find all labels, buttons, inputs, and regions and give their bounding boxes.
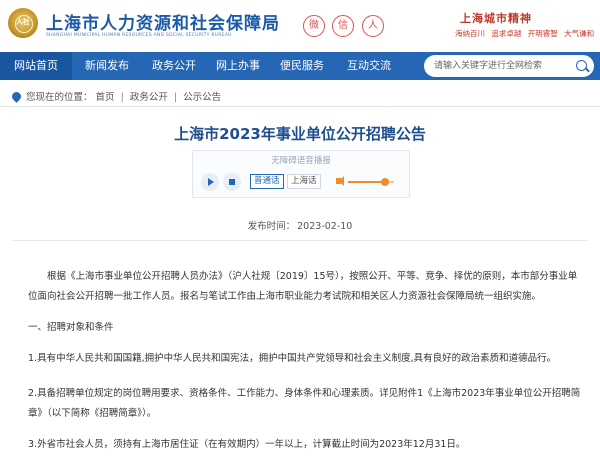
site-title[interactable]: 上海市人力资源和社会保障局	[46, 9, 280, 34]
location-pin-icon	[10, 90, 23, 103]
publish-info: 发布时间： 2023-02-10	[0, 218, 600, 232]
main-nav: 网站首页 新闻发布 政务公开 网上办事 便民服务 互动交流	[0, 52, 600, 80]
mandarin-button[interactable]: 普通话	[250, 174, 284, 189]
site-subtitle: SHANGHAI MUNICIPAL HUMAN RESOURCES AND S…	[46, 33, 232, 38]
article-paragraph: 1.具有中华人民共和国国籍,拥护中华人民共和国宪法，拥护中国共产党领导和社会主义…	[28, 353, 557, 364]
breadcrumb-divider	[0, 106, 600, 107]
breadcrumb-label: 您现在的位置：	[26, 92, 93, 103]
shanghainese-button[interactable]: 上海话	[287, 174, 321, 189]
breadcrumb-gov-affairs[interactable]: 政务公开	[130, 92, 168, 103]
breadcrumb: 您现在的位置： 首页 | 政务公开 | 公示公告	[10, 89, 221, 103]
publish-label: 发布时间：	[247, 221, 296, 232]
nav-item-news[interactable]: 新闻发布	[72, 52, 142, 80]
search-input[interactable]	[434, 55, 574, 77]
emblem-text: 人社	[16, 18, 30, 26]
spirit-item: 开明睿智	[527, 29, 558, 38]
user-icon[interactable]: 人	[362, 15, 384, 37]
nav-item-home[interactable]: 网站首页	[0, 52, 72, 80]
volume-handle[interactable]	[380, 178, 389, 186]
article-title: 上海市2023年事业单位公开招聘公告	[174, 125, 426, 143]
city-spirit-title: 上海城市精神	[460, 12, 532, 25]
city-spirit-items: 海纳百川 追求卓越 开明睿智 大气谦和	[455, 28, 598, 39]
section-heading: 一、招聘对象和条件	[28, 322, 114, 333]
search-box	[424, 55, 594, 77]
article-paragraph: 3.外省市社会人员，须持有上海市居住证（在有效期内）一年以上，计算截止时间为20…	[28, 439, 466, 450]
stop-button[interactable]	[223, 173, 241, 191]
voice-reader-panel: 无障碍语音播报 普通话 上海话	[192, 150, 410, 198]
spirit-item: 大气谦和	[564, 29, 595, 38]
nav-item-public-services[interactable]: 便民服务	[270, 52, 334, 80]
breadcrumb-home[interactable]: 首页	[96, 92, 115, 103]
wechat-icon[interactable]: 信	[332, 15, 354, 37]
search-icon[interactable]	[576, 60, 587, 71]
bureau-emblem-icon[interactable]: 人社	[8, 8, 38, 38]
spirit-item: 追求卓越	[491, 29, 522, 38]
content-divider	[12, 240, 588, 241]
nav-item-gov-affairs[interactable]: 政务公开	[142, 52, 206, 80]
volume-slider[interactable]	[348, 178, 394, 186]
breadcrumb-announcements[interactable]: 公示公告	[183, 92, 221, 103]
article-paragraph: 根据《上海市事业单位公开招聘人员办法》（沪人社规〔2019〕15号），按照公开、…	[28, 271, 578, 302]
weibo-icon[interactable]: 微	[303, 15, 325, 37]
nav-item-online-services[interactable]: 网上办事	[206, 52, 270, 80]
play-button[interactable]	[201, 173, 219, 191]
site-header: 人社 上海市人力资源和社会保障局 SHANGHAI MUNICIPAL HUMA…	[0, 0, 600, 52]
voice-reader-label: 无障碍语音播报	[271, 156, 331, 166]
speaker-icon	[336, 176, 344, 186]
nav-item-interaction[interactable]: 互动交流	[334, 52, 404, 80]
breadcrumb-separator: |	[120, 92, 124, 103]
spirit-item: 海纳百川	[455, 29, 485, 38]
publish-date: 2023-02-10	[297, 221, 353, 232]
article-paragraph: 2.具备招聘单位规定的岗位聘用要求、资格条件、工作能力、身体条件和心理素质。详见…	[28, 388, 581, 419]
breadcrumb-separator: |	[173, 92, 178, 103]
volume-fill	[348, 181, 385, 183]
